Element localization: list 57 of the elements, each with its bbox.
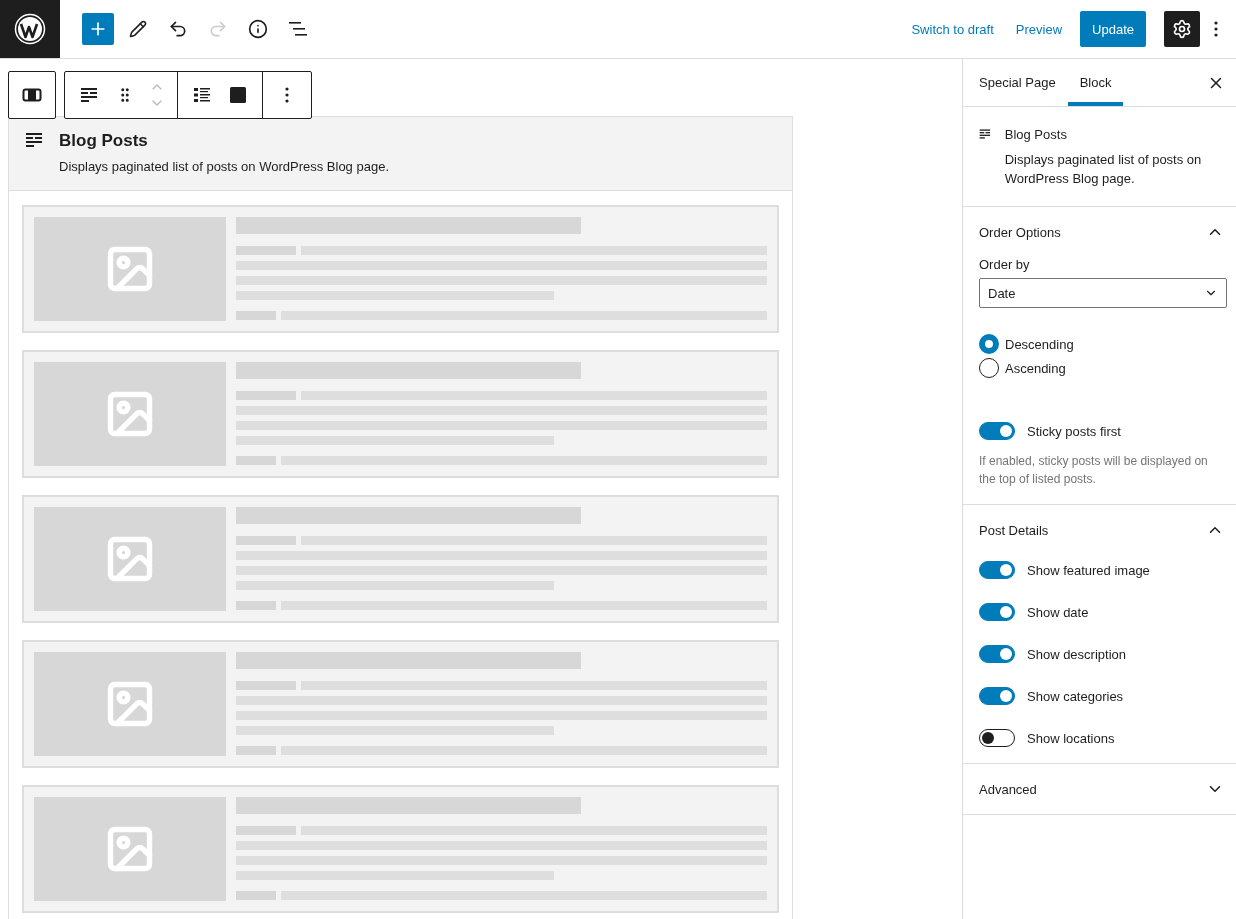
list-icon: [192, 85, 212, 105]
panel-header[interactable]: Order Options: [963, 207, 1236, 257]
text-placeholder-bar: [236, 891, 276, 900]
undo-icon: [168, 19, 188, 39]
radio-label: Descending: [1005, 336, 1074, 352]
text-placeholder-bar: [236, 601, 276, 610]
toggle-label: Show locations: [1027, 730, 1115, 746]
panel-header[interactable]: Post Details: [963, 505, 1236, 555]
toggle-switch[interactable]: [979, 729, 1015, 747]
more-options-icon: [1214, 21, 1218, 37]
parent-block-icon: [22, 87, 42, 103]
radio-button[interactable]: [979, 358, 999, 378]
header-link[interactable]: Preview: [1007, 15, 1071, 43]
header-link[interactable]: Switch to draft: [903, 15, 1002, 43]
toggle-switch[interactable]: [979, 603, 1015, 621]
toggle-switch[interactable]: [979, 561, 1015, 579]
block-description: Displays paginated list of posts on WordPress Blog page.: [59, 159, 389, 174]
logo-icon[interactable]: [14, 13, 46, 45]
toggle-label: Show date: [1027, 604, 1089, 620]
text-placeholder-bar: [236, 746, 276, 755]
block-card-title: Blog Posts: [1004, 127, 1068, 142]
text-placeholder-bar: [236, 246, 296, 255]
help-text: If enabled, sticky posts will be displayed on the top of listed posts.: [979, 453, 1209, 488]
update-button[interactable]: Update: [1080, 11, 1146, 47]
block-card-description: Displays paginated list of posts on WordPress Blog page.: [1004, 151, 1203, 188]
radio-button[interactable]: [979, 334, 999, 354]
panel-header[interactable]: Advanced: [963, 764, 1236, 814]
toggle-label: Sticky posts first: [1027, 423, 1121, 439]
more-options-icon: [285, 87, 289, 103]
order-select[interactable]: Date: [979, 278, 1227, 308]
toggle-switch[interactable]: [979, 645, 1015, 663]
radio-label: Ascending: [1005, 360, 1066, 376]
block-title: Blog Posts: [59, 131, 149, 151]
toggle-switch[interactable]: [979, 687, 1015, 705]
info-icon: [248, 19, 268, 39]
pencil-icon: [129, 20, 147, 38]
toggle-label: Show categories: [1027, 688, 1124, 704]
list-view-icon: [288, 19, 308, 39]
settings-button[interactable]: [1164, 11, 1200, 47]
field-label: Order by: [979, 257, 1031, 272]
settings-icon: [1172, 19, 1192, 39]
block-icon: [25, 131, 43, 149]
text-placeholder-bar: [236, 681, 296, 690]
block-icon: [80, 86, 98, 104]
toggle-label: Show description: [1027, 646, 1126, 662]
text-placeholder-bar: [236, 826, 296, 835]
sidebar-tab[interactable]: Special Page: [967, 59, 1068, 106]
add-block-button[interactable]: [82, 13, 114, 45]
toggle-switch[interactable]: [979, 422, 1015, 440]
text-placeholder-bar: [236, 456, 276, 465]
redo-icon: [208, 19, 228, 39]
text-placeholder-bar: [236, 391, 296, 400]
text-placeholder-bar: [236, 311, 276, 320]
square-icon: [229, 86, 247, 104]
text-placeholder-bar: [236, 536, 296, 545]
toggle-label: Show featured image: [1027, 562, 1150, 578]
sidebar-tab[interactable]: Block: [1067, 59, 1124, 106]
